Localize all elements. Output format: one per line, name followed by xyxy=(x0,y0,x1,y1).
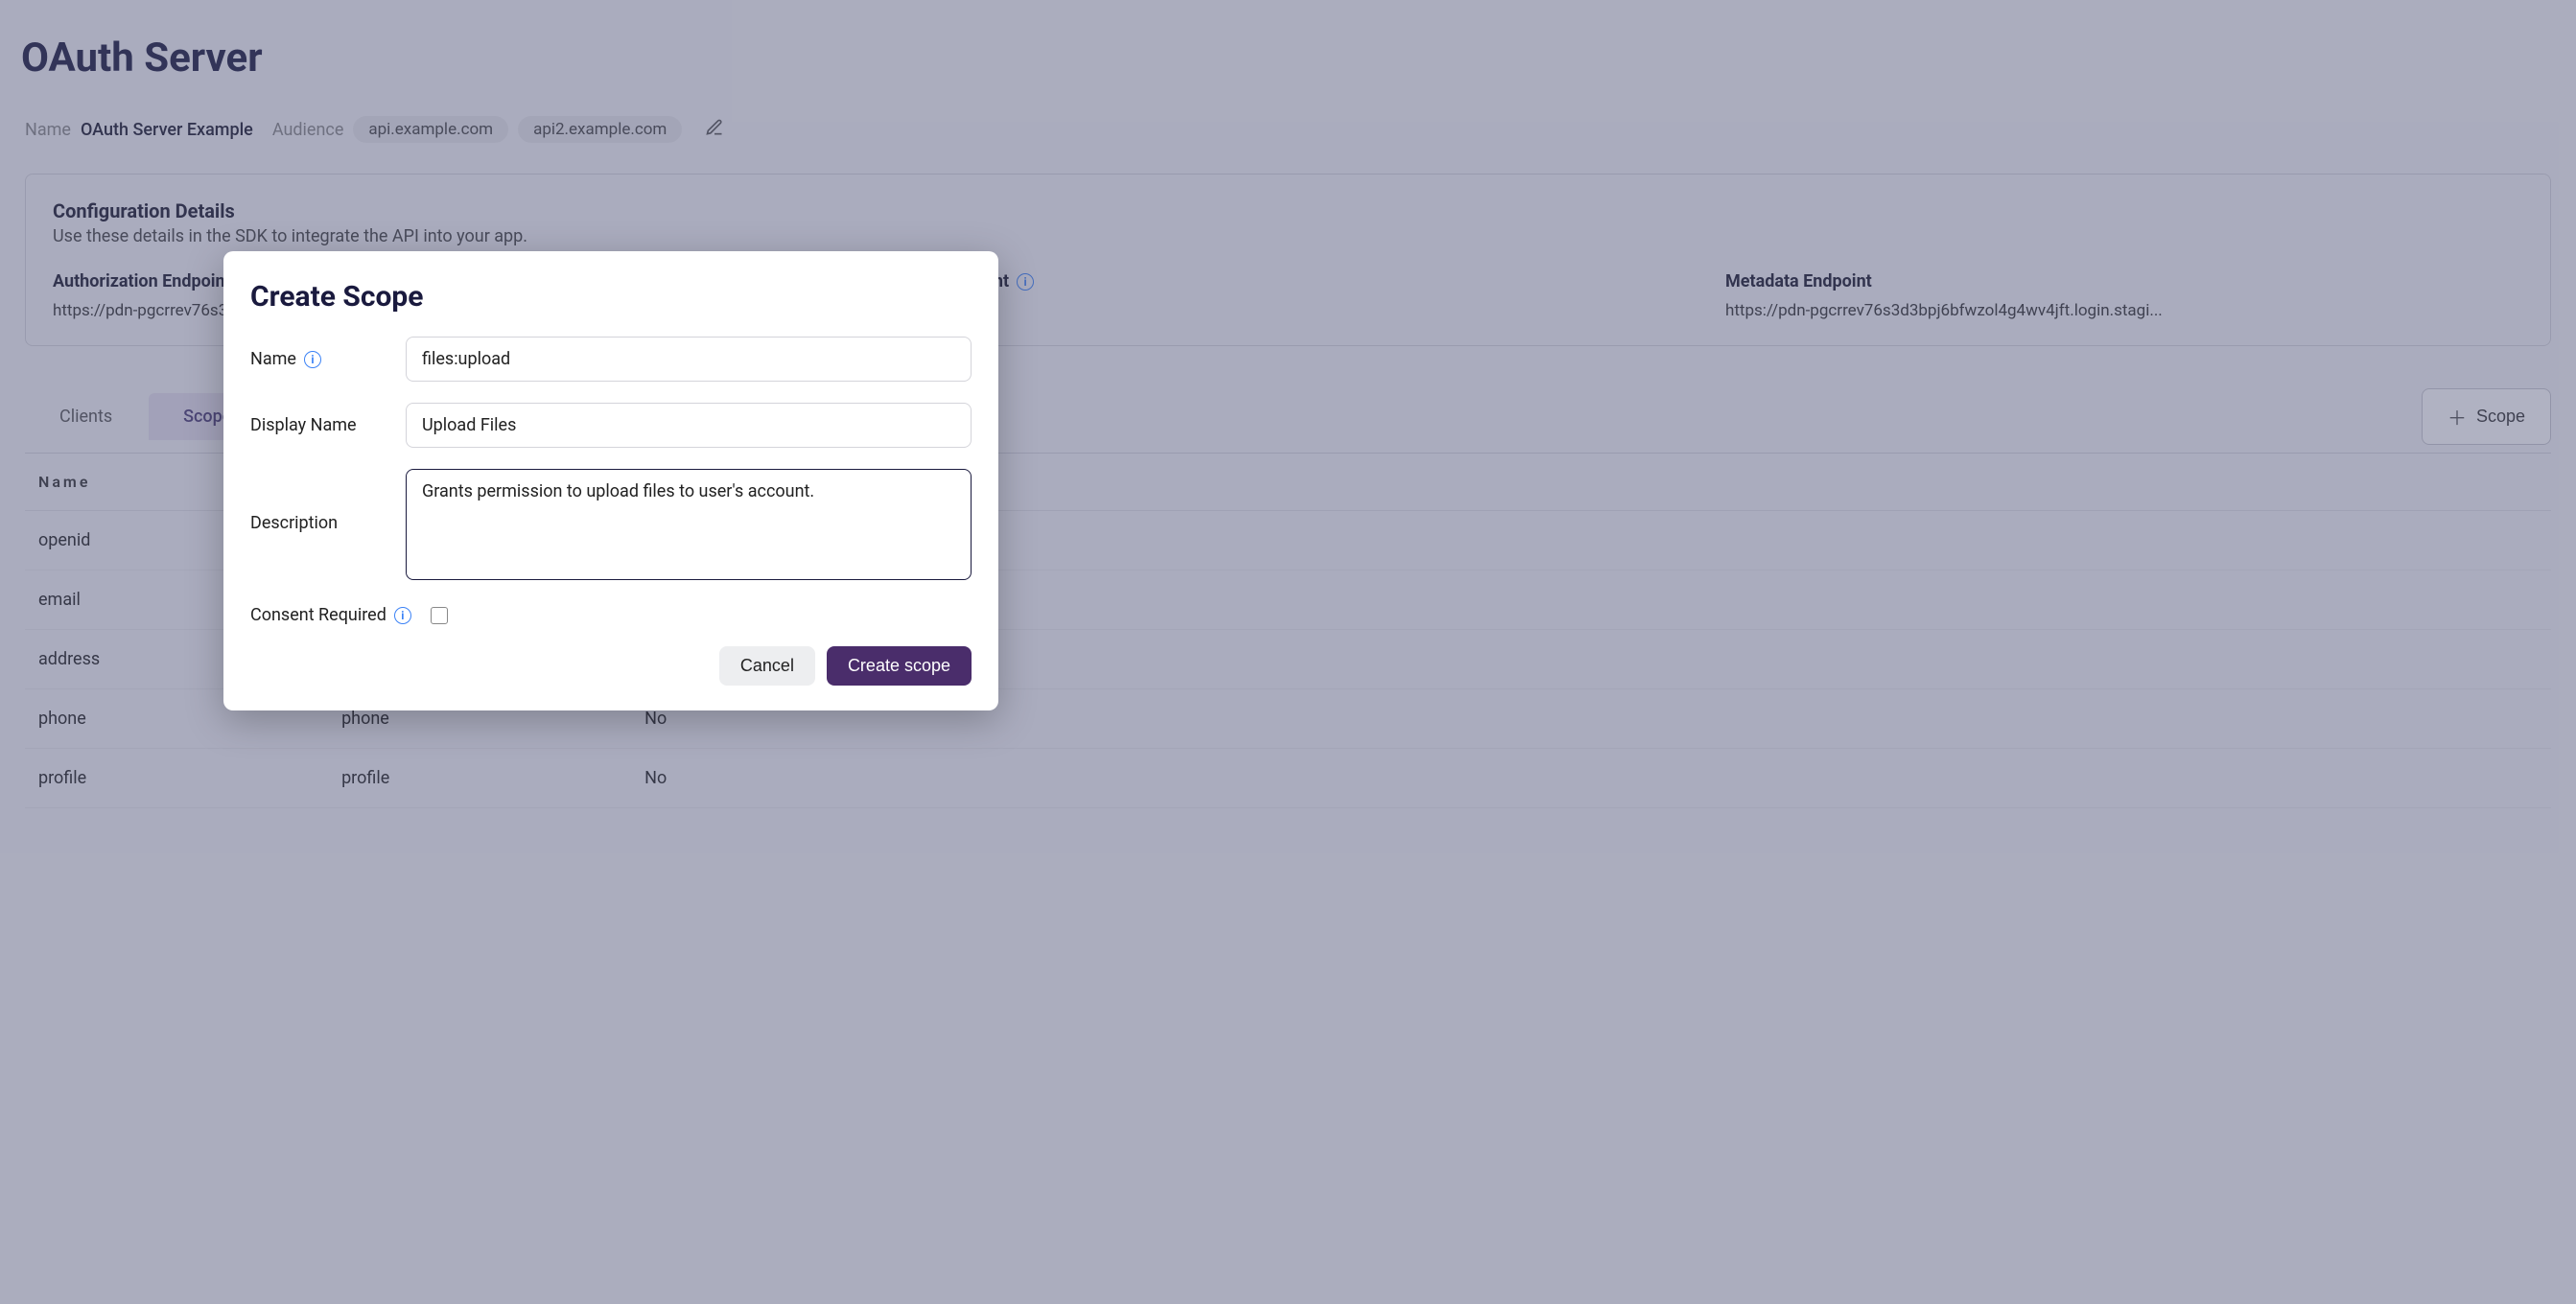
consent-required-label: Consent Required i xyxy=(250,605,411,625)
consent-required-checkbox[interactable] xyxy=(431,607,448,624)
info-icon[interactable]: i xyxy=(304,351,321,368)
cancel-button[interactable]: Cancel xyxy=(719,646,815,686)
description-label: Description xyxy=(250,469,406,533)
modal-title: Create Scope xyxy=(250,280,972,314)
display-name-label: Display Name xyxy=(250,415,406,435)
info-icon[interactable]: i xyxy=(394,607,411,624)
create-scope-button[interactable]: Create scope xyxy=(827,646,972,686)
display-name-input[interactable] xyxy=(406,403,972,448)
scope-name-label: Name i xyxy=(250,349,406,369)
description-input[interactable] xyxy=(406,469,972,580)
modal-overlay[interactable]: Create Scope Name i Display Name Descrip… xyxy=(0,0,2576,1304)
create-scope-modal: Create Scope Name i Display Name Descrip… xyxy=(223,251,998,710)
scope-name-input[interactable] xyxy=(406,337,972,382)
